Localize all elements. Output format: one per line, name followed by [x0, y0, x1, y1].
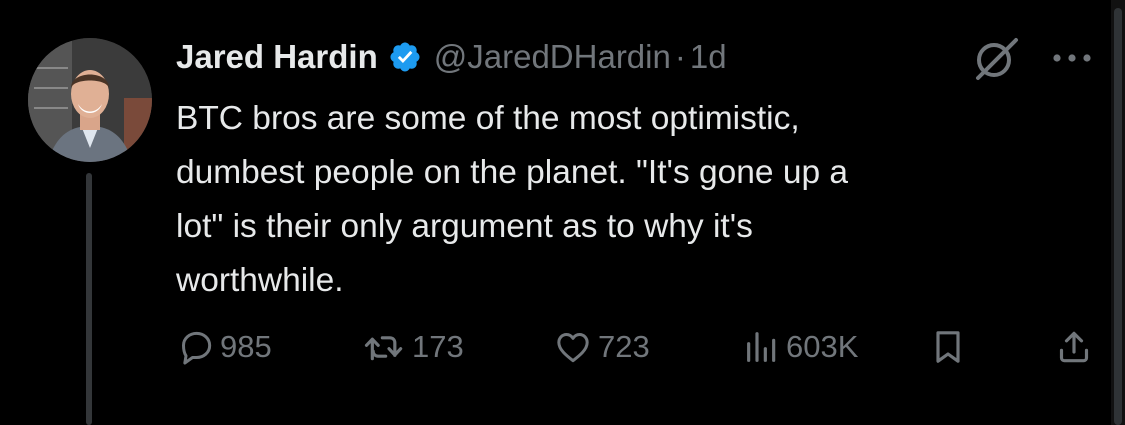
share-button[interactable]: [1054, 320, 1094, 374]
thread-line: [86, 173, 92, 425]
repost-icon: [364, 336, 403, 361]
author-handle[interactable]: @JaredDHardin: [434, 38, 671, 76]
tweet-text: BTC bros are some of the most optimistic…: [176, 100, 849, 299]
author-name[interactable]: Jared Hardin: [176, 38, 378, 76]
avatar[interactable]: [28, 38, 152, 162]
like-count: 723: [598, 329, 650, 364]
bookmark-button[interactable]: [928, 320, 968, 374]
tweet-header: Jared Hardin @JaredDHardin · 1d: [176, 34, 727, 80]
reply-button[interactable]: 985: [176, 320, 272, 374]
timestamp[interactable]: 1d: [690, 38, 727, 76]
avatar-photo: [28, 38, 152, 162]
action-bar: 985 173 723 603K: [0, 320, 1125, 374]
repost-button[interactable]: 173: [360, 320, 464, 374]
like-button[interactable]: 723: [552, 320, 650, 374]
bookmark-icon: [936, 331, 960, 363]
views-button[interactable]: 603K: [742, 320, 858, 374]
heart-icon: [557, 333, 589, 363]
share-icon: [1059, 331, 1089, 363]
scrollbar-thumb[interactable]: [1114, 8, 1122, 425]
views-chart-icon: [747, 332, 776, 362]
scrollbar[interactable]: [1111, 0, 1125, 425]
grok-icon[interactable]: [970, 36, 1022, 82]
verified-badge-icon: [390, 42, 420, 72]
more-dots-icon[interactable]: [1050, 48, 1094, 68]
reply-count: 985: [220, 329, 272, 364]
views-count: 603K: [786, 329, 859, 364]
reply-icon: [182, 331, 212, 365]
repost-count: 173: [412, 329, 464, 364]
separator-dot: ·: [674, 38, 686, 75]
